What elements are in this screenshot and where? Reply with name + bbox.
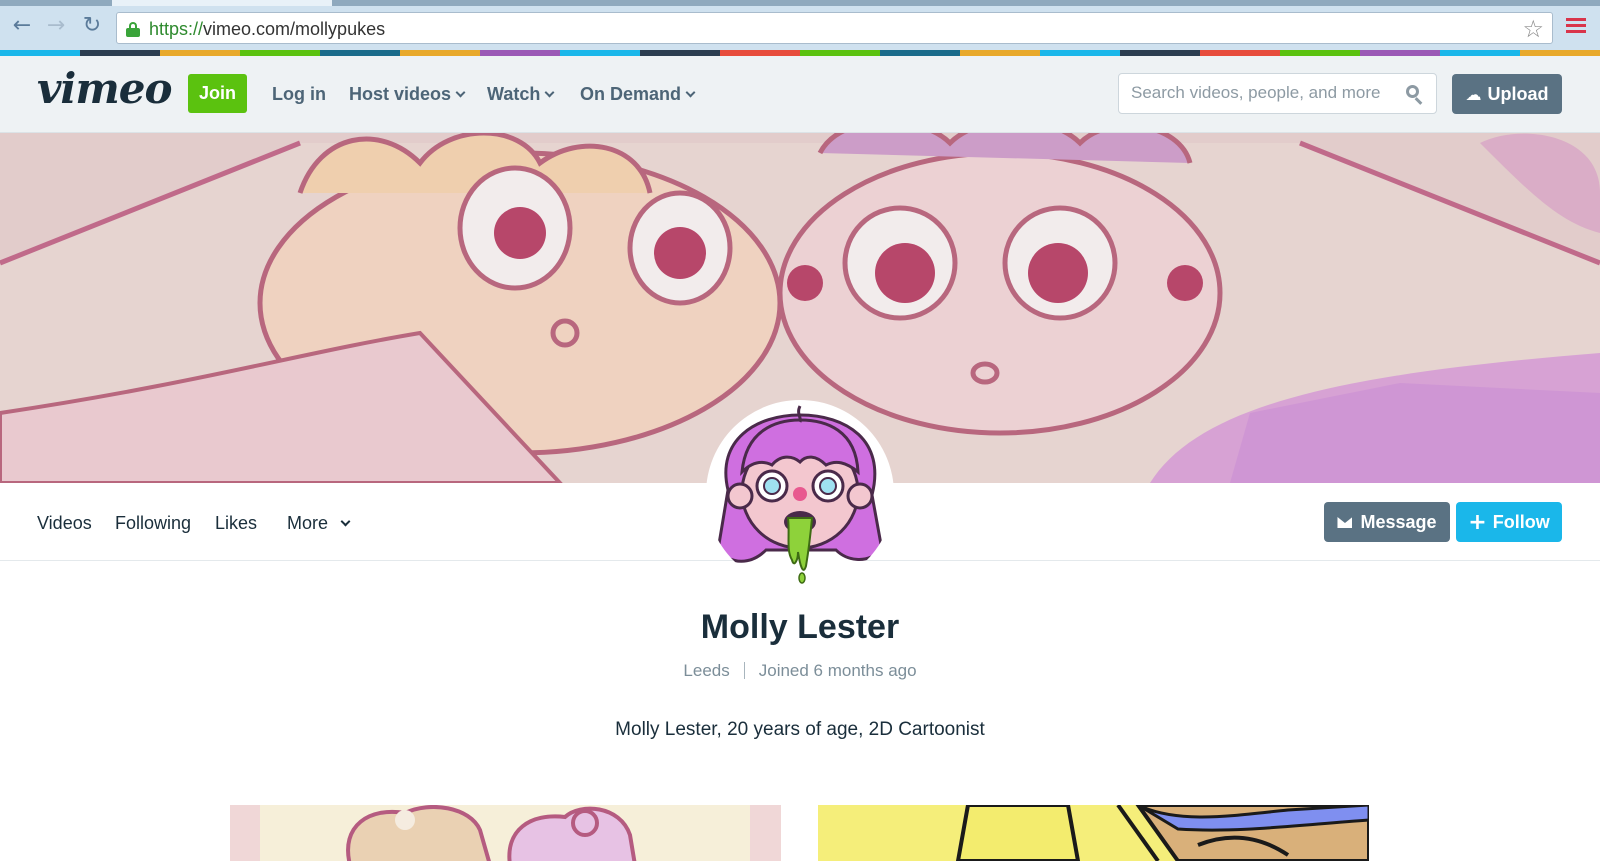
browser-tab-strip	[0, 0, 1600, 6]
chevron-down-icon	[544, 87, 555, 98]
url-text: https://vimeo.com/mollypukes	[149, 19, 385, 40]
tab-likes[interactable]: Likes	[215, 513, 257, 534]
url-scheme: https://	[149, 19, 204, 39]
tab-following[interactable]: Following	[115, 513, 191, 534]
message-label: Message	[1360, 512, 1437, 532]
plus-icon: +	[1468, 510, 1487, 535]
reload-icon[interactable]: ↻	[80, 14, 104, 38]
profile-location[interactable]: Leeds	[683, 661, 729, 680]
forward-arrow-icon[interactable]: →	[44, 14, 68, 38]
upload-label: Upload	[1487, 84, 1549, 104]
meta-divider	[743, 662, 745, 679]
join-button[interactable]: Join	[188, 74, 247, 113]
follow-button[interactable]: + Follow	[1456, 502, 1562, 542]
envelope-icon	[1337, 517, 1353, 528]
lock-icon	[126, 22, 140, 37]
tab-more-label: More	[287, 513, 329, 533]
search-box	[1118, 73, 1437, 114]
tab-following-label: Following	[115, 513, 192, 533]
hamburger-menu-icon[interactable]	[1566, 18, 1586, 36]
site-header: vimeo Join Log in Host videos Watch On D…	[0, 56, 1600, 133]
vimeo-logo[interactable]: vimeo	[37, 64, 173, 113]
nav-on-demand[interactable]: On Demand	[580, 84, 696, 105]
tab-videos[interactable]: Videos	[37, 513, 92, 534]
video-thumbnail[interactable]	[230, 805, 781, 861]
thumbnail-illustration	[230, 805, 781, 861]
follow-label: Follow	[1492, 512, 1550, 532]
profile-name: Molly Lester	[700, 608, 900, 646]
chevron-down-icon	[340, 516, 351, 527]
chevron-down-icon	[455, 87, 466, 98]
star-icon[interactable]: ☆	[1522, 15, 1544, 43]
browser-chrome: ← → ↻ https://vimeo.com/mollypukes ☆	[0, 0, 1600, 56]
url-path: vimeo.com/mollypukes	[203, 19, 386, 39]
browser-tab-active[interactable]	[112, 0, 332, 6]
nav-on-demand-label: On Demand	[580, 84, 682, 104]
tab-videos-label: Videos	[37, 513, 92, 533]
avatar-illustration	[716, 405, 884, 584]
search-input[interactable]	[1131, 83, 1399, 103]
nav-host-videos[interactable]: Host videos	[349, 84, 466, 105]
nav-watch-label: Watch	[487, 84, 541, 104]
upload-button[interactable]: ☁ Upload	[1452, 74, 1562, 114]
chevron-down-icon	[685, 87, 696, 98]
profile-bio: Molly Lester, 20 years of age, 2D Cartoo…	[615, 719, 985, 740]
login-label: Log in	[272, 84, 326, 104]
address-bar[interactable]: https://vimeo.com/mollypukes ☆	[116, 12, 1553, 44]
profile-meta: Leeds Joined 6 months ago	[0, 659, 1600, 681]
tab-likes-label: Likes	[215, 513, 258, 533]
profile-joined: Joined 6 months ago	[758, 661, 917, 680]
nav-host-videos-label: Host videos	[349, 84, 452, 104]
login-link[interactable]: Log in	[272, 84, 326, 105]
nav-watch[interactable]: Watch	[487, 84, 555, 105]
avatar[interactable]	[706, 400, 894, 588]
message-button[interactable]: Message	[1324, 502, 1450, 542]
thumbnail-illustration	[818, 805, 1369, 861]
tab-more[interactable]: More	[287, 513, 351, 534]
cloud-upload-icon: ☁	[1465, 85, 1482, 104]
back-arrow-icon[interactable]: ←	[10, 14, 34, 38]
video-thumbnail[interactable]	[818, 805, 1369, 861]
search-icon[interactable]	[1406, 85, 1424, 105]
